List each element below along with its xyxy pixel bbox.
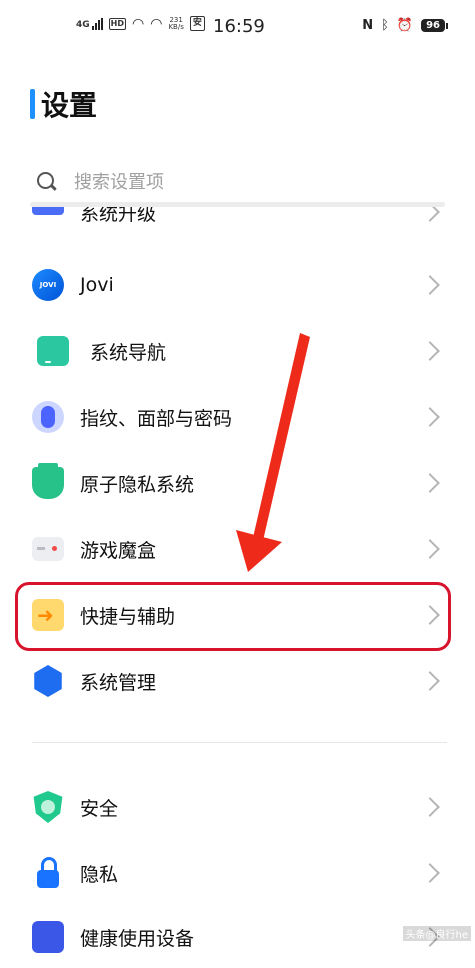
annotation-arrow-icon — [236, 333, 310, 572]
watermark: 头条@良行he — [402, 926, 471, 941]
